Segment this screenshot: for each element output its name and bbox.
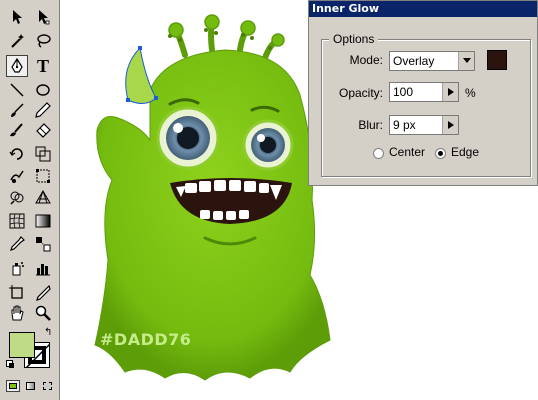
center-label: Center [389, 145, 426, 159]
pen-icon [11, 58, 23, 73]
mode-dropdown-button[interactable] [458, 52, 474, 70]
graph-icon [36, 264, 50, 276]
eyedropper-icon [10, 236, 25, 251]
zoom-tool[interactable] [32, 302, 54, 324]
eraser-tool[interactable] [32, 119, 54, 141]
default-colors-icon[interactable] [6, 360, 14, 368]
paintbrush-tool[interactable] [6, 99, 28, 121]
chevron-right-icon [447, 121, 454, 129]
free-transform-tool[interactable] [32, 165, 54, 187]
blend-tool[interactable] [32, 233, 54, 255]
glow-color-swatch[interactable] [487, 50, 507, 70]
slice-icon [36, 285, 51, 301]
pencil-icon [35, 102, 51, 118]
opacity-input[interactable]: 100 [389, 82, 459, 102]
opacity-value: 100 [393, 85, 414, 99]
symbol-sprayer-icon [12, 262, 24, 276]
line-icon [10, 83, 24, 97]
shape-builder-tool[interactable] [6, 186, 28, 208]
brush-icon [11, 103, 24, 117]
scale-tool[interactable] [32, 143, 54, 165]
lasso-tool[interactable] [32, 30, 54, 52]
eraser-icon [36, 123, 51, 138]
rotate-icon [9, 148, 23, 160]
warp-icon [10, 170, 24, 183]
pen-tool[interactable] [6, 55, 28, 77]
edge-radio[interactable] [435, 148, 446, 159]
white-arrow-icon [39, 10, 50, 25]
blob-brush-icon [10, 123, 23, 137]
direct-selection-tool[interactable] [32, 6, 54, 28]
mesh-icon [9, 213, 25, 229]
arrow-icon [13, 10, 22, 24]
lasso-icon [37, 34, 51, 48]
dialog-title: Inner Glow [309, 1, 537, 17]
center-radio[interactable] [373, 148, 384, 159]
opacity-label: Opacity: [338, 86, 383, 100]
hand-icon [11, 305, 24, 321]
inner-glow-dialog: Inner Glow Options Mode: Overlay Opacity… [308, 0, 538, 186]
ellipse-tool[interactable] [32, 79, 54, 101]
zoom-icon [35, 305, 51, 321]
artboard-tool[interactable] [6, 282, 28, 304]
artboard-icon [9, 285, 23, 299]
type-tool[interactable]: T [32, 55, 54, 77]
opacity-slider-button[interactable] [442, 83, 458, 101]
perspective-grid-tool[interactable] [32, 186, 54, 208]
blob-brush-tool[interactable] [6, 119, 28, 141]
chevron-down-icon [462, 58, 471, 63]
tools-panel: T ↰ [0, 0, 60, 400]
swap-colors-icon[interactable]: ↰ [44, 328, 52, 338]
warp-tool[interactable] [6, 165, 28, 187]
watermark-text: #DADD76 [100, 330, 192, 349]
eyedropper-tool[interactable] [6, 233, 28, 255]
line-tool[interactable] [6, 79, 28, 101]
edge-label: Edge [451, 145, 480, 159]
mode-select[interactable]: Overlay [389, 51, 475, 71]
hand-tool[interactable] [6, 302, 28, 324]
draw-inside-mode[interactable] [41, 380, 55, 392]
type-icon: T [36, 55, 49, 76]
slice-tool[interactable] [32, 282, 54, 304]
mesh-tool[interactable] [6, 210, 28, 232]
chevron-right-icon [447, 88, 454, 96]
gradient-tool[interactable] [32, 210, 54, 232]
blur-input[interactable]: 9 px [389, 115, 459, 135]
mode-value: Overlay [393, 54, 435, 68]
magic-wand-tool[interactable] [6, 30, 28, 52]
scale-icon [35, 146, 51, 162]
pencil-tool[interactable] [32, 99, 54, 121]
mode-label: Mode: [349, 53, 383, 67]
ellipse-icon [36, 84, 50, 96]
perspective-icon [35, 190, 51, 204]
blur-slider-button[interactable] [442, 116, 458, 134]
normal-mode-icon [9, 383, 17, 389]
rotate-tool[interactable] [6, 143, 28, 165]
options-label: Options [329, 32, 379, 46]
draw-behind-mode[interactable] [24, 380, 38, 392]
draw-normal-mode[interactable] [6, 380, 20, 392]
selected-leaf-shape [125, 46, 157, 104]
behind-mode-icon [26, 382, 35, 390]
gradient-icon [35, 214, 51, 228]
blur-label: Blur: [358, 118, 383, 132]
shape-builder-icon [10, 191, 24, 205]
fill-swatch[interactable] [9, 332, 35, 358]
symbol-sprayer-tool[interactable] [6, 257, 28, 279]
blur-value: 9 px [393, 118, 416, 132]
column-graph-tool[interactable] [32, 257, 54, 279]
free-transform-icon [36, 169, 50, 183]
wand-icon [11, 34, 24, 48]
opacity-unit: % [465, 86, 476, 100]
inside-mode-icon [43, 382, 52, 390]
selection-tool[interactable] [6, 6, 28, 28]
blend-icon [36, 237, 51, 252]
